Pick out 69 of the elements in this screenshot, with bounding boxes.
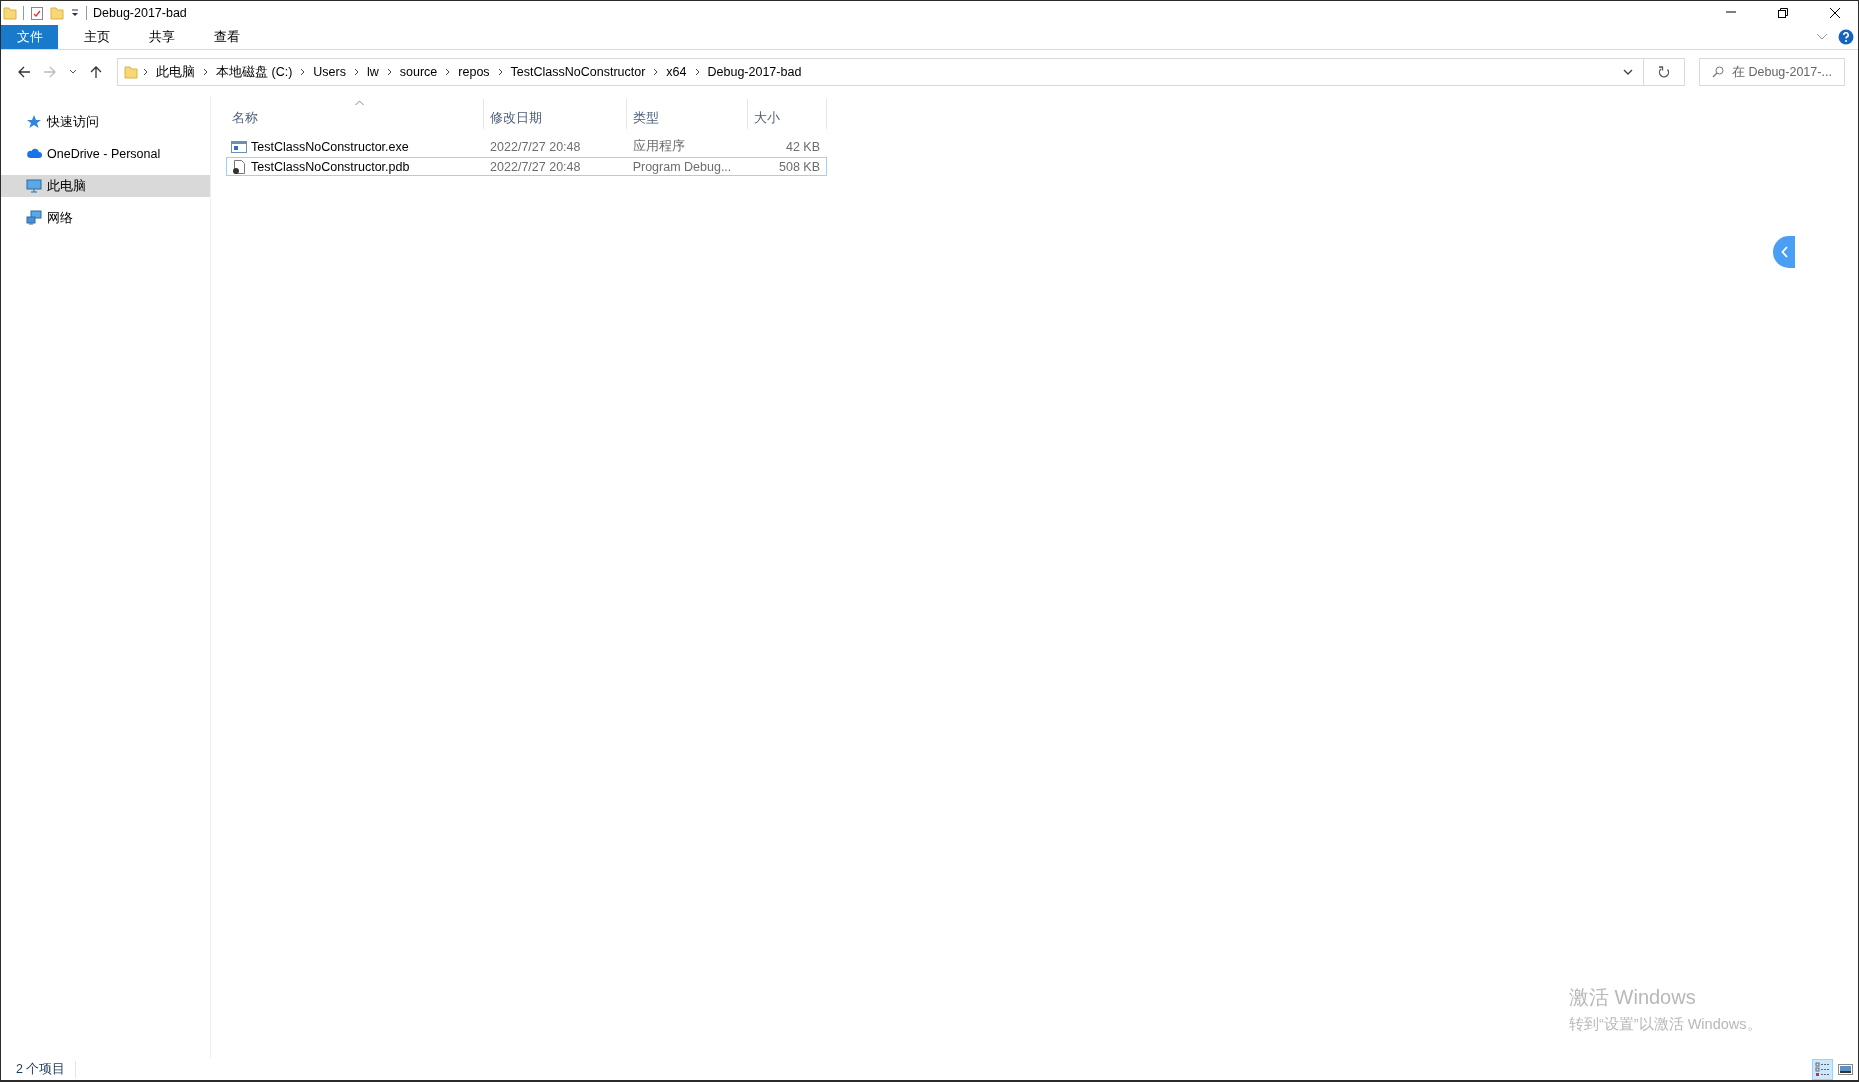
file-row[interactable]: TestClassNoConstructor.pdb 2022/7/27 20:48 Program Debug... 508 KB bbox=[226, 157, 827, 176]
chevron-right-icon bbox=[352, 67, 360, 77]
chevron-right-icon bbox=[444, 67, 452, 77]
search-icon bbox=[1712, 66, 1724, 78]
activation-message: 转到“设置”以激活 Windows。 bbox=[1569, 1015, 1762, 1034]
close-icon bbox=[1829, 7, 1841, 19]
sort-ascending-icon bbox=[354, 100, 364, 106]
ribbon-tab[interactable]: 主页 bbox=[68, 25, 126, 49]
window-title: Debug-2017-bad bbox=[93, 6, 187, 20]
chevron-right-icon bbox=[385, 67, 393, 77]
ribbon-tab[interactable]: 共享 bbox=[133, 25, 191, 49]
breadcrumb[interactable]: repos bbox=[451, 65, 497, 79]
application-icon bbox=[231, 138, 247, 155]
item-count: 2 个项目 bbox=[16, 1060, 77, 1078]
list-icon bbox=[1813, 1059, 1832, 1079]
breadcrumb[interactable]: 本地磁盘 (C:) bbox=[209, 63, 300, 81]
nav-item[interactable]: 此电脑 bbox=[1, 175, 210, 197]
activation-title: 激活 Windows bbox=[1569, 985, 1697, 1010]
type-cell-text: 应用程序 bbox=[631, 138, 686, 155]
column-header[interactable]: 大小 bbox=[748, 99, 827, 129]
breadcrumb[interactable]: 此电脑 bbox=[149, 63, 202, 81]
chevron-down-icon[interactable] bbox=[1623, 68, 1633, 76]
chevron-right-icon bbox=[652, 67, 660, 77]
up-icon bbox=[89, 65, 103, 79]
date-cell-text: 2022/7/27 20:48 bbox=[489, 159, 582, 174]
address-bar[interactable]: 此电脑 本地磁盘 (C:) Users lw source repos TestClassNoConstructor x64 Debug-2017-bad bbox=[117, 58, 1685, 86]
file-name: TestClassNoConstructor.pdb bbox=[251, 159, 410, 174]
column-header[interactable]: 类型 bbox=[627, 99, 748, 129]
document-icon bbox=[231, 158, 247, 175]
details-view-button[interactable] bbox=[1812, 1058, 1833, 1080]
refresh-icon bbox=[1658, 65, 1670, 79]
date-cell-text: 2022/7/27 20:48 bbox=[489, 139, 582, 154]
chevron-right-icon bbox=[299, 67, 307, 77]
breadcrumb[interactable]: x64 bbox=[659, 65, 694, 79]
column-header[interactable]: 修改日期 bbox=[484, 99, 627, 129]
folder-icon bbox=[124, 64, 138, 80]
side-panel-handle[interactable] bbox=[1773, 236, 1795, 268]
folder-icon bbox=[3, 5, 17, 21]
star-icon bbox=[26, 114, 42, 130]
breadcrumb[interactable]: Users bbox=[306, 65, 353, 79]
file-row[interactable]: TestClassNoConstructor.exe 2022/7/27 20:48 应用程序 42 KB bbox=[226, 137, 827, 156]
type-cell-text: Program Debug... bbox=[631, 159, 733, 174]
nav-item[interactable]: 网络 bbox=[1, 207, 210, 229]
search-placeholder: 在 Debug-2017-... bbox=[1732, 63, 1832, 81]
ribbon-tab[interactable]: 查看 bbox=[198, 25, 256, 49]
breadcrumb[interactable]: source bbox=[392, 65, 445, 79]
file-menu-tab[interactable]: 文件 bbox=[1, 25, 58, 49]
file-name: TestClassNoConstructor.exe bbox=[251, 139, 409, 154]
chevron-right-icon bbox=[496, 67, 504, 77]
chevron-right-icon bbox=[142, 67, 149, 77]
restore-icon bbox=[1777, 7, 1789, 19]
chevron-left-icon bbox=[1780, 246, 1788, 258]
help-icon[interactable] bbox=[1838, 29, 1854, 45]
forward-icon bbox=[43, 65, 57, 79]
breadcrumb[interactable]: Debug-2017-bad bbox=[700, 65, 809, 79]
breadcrumb[interactable]: lw bbox=[359, 65, 386, 79]
size-cell-text: 42 KB bbox=[784, 139, 821, 154]
properties-icon[interactable] bbox=[30, 5, 44, 21]
breadcrumb[interactable]: TestClassNoConstructor bbox=[503, 65, 653, 79]
computer-icon bbox=[26, 178, 42, 194]
network-icon bbox=[26, 210, 42, 226]
chevron-right-icon bbox=[202, 67, 209, 77]
chevron-right-icon bbox=[693, 67, 701, 77]
nav-item[interactable]: OneDrive - Personal bbox=[1, 143, 210, 165]
search-field[interactable]: 在 Debug-2017-... bbox=[1699, 58, 1845, 86]
back-icon bbox=[17, 65, 31, 79]
column-header[interactable]: 名称 bbox=[226, 99, 484, 129]
size-cell-text: 508 KB bbox=[778, 159, 821, 174]
nav-item[interactable]: 快速访问 bbox=[1, 111, 210, 133]
